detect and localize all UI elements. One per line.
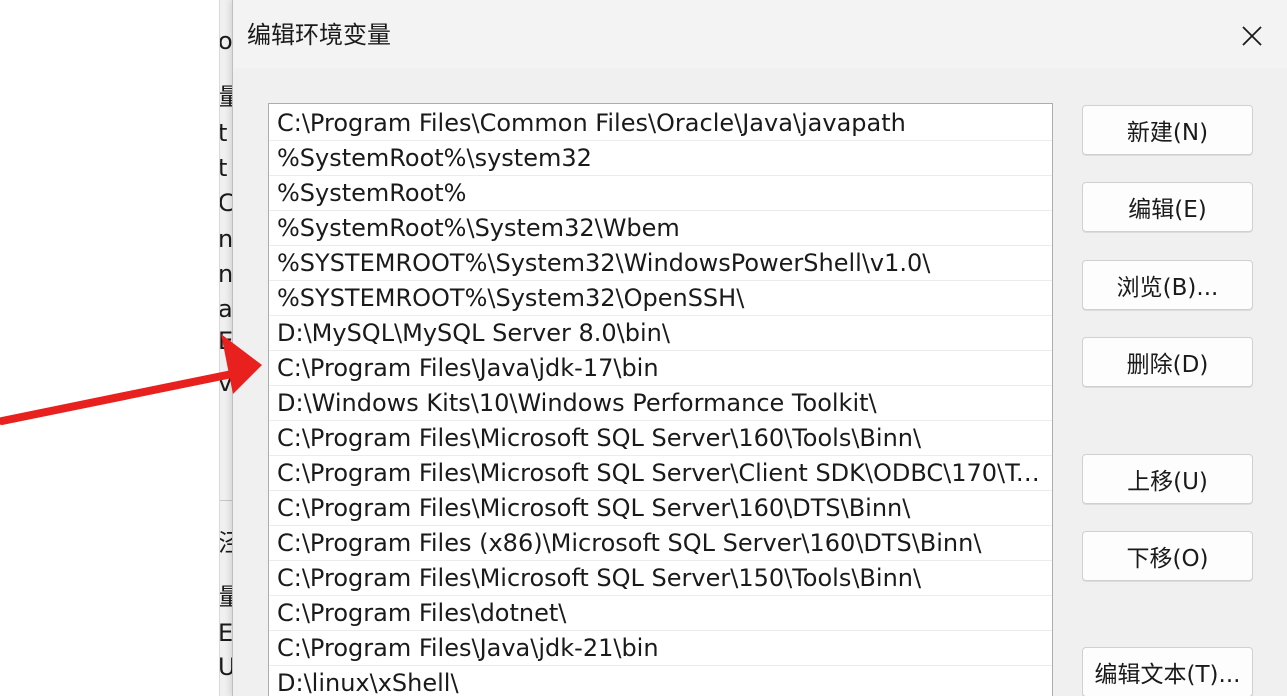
list-item[interactable]: %SystemRoot%	[269, 176, 1052, 211]
path-entry-text: C:\Program Files\Microsoft SQL Server\16…	[277, 424, 922, 452]
path-entry-text: C:\Program Files\Microsoft SQL Server\16…	[277, 494, 911, 522]
move-up-button[interactable]: 上移(U)	[1082, 454, 1253, 504]
edit-button[interactable]: 编辑(E)	[1082, 182, 1253, 232]
path-entry-text: C:\Program Files\Microsoft SQL Server\Cl…	[277, 459, 1047, 487]
path-entry-text: %SYSTEMROOT%\System32\OpenSSH\	[277, 284, 745, 312]
list-item[interactable]: %SYSTEMROOT%\System32\WindowsPowerShell\…	[269, 246, 1052, 281]
path-entry-text: C:\Program Files\Microsoft SQL Server\15…	[277, 564, 922, 592]
list-item[interactable]: C:\Program Files\dotnet\	[269, 596, 1052, 631]
path-entry-text: C:\Program Files (x86)\Microsoft SQL Ser…	[277, 529, 982, 557]
path-entry-text: D:\MySQL\MySQL Server 8.0\bin\	[277, 319, 670, 347]
path-list[interactable]: C:\Program Files\Common Files\Oracle\Jav…	[268, 103, 1053, 696]
list-item[interactable]: %SystemRoot%\system32	[269, 141, 1052, 176]
close-icon	[1242, 26, 1262, 46]
path-entry-text: D:\Windows Kits\10\Windows Performance T…	[277, 389, 877, 417]
path-entry-text: %SYSTEMROOT%\System32\WindowsPowerShell\…	[277, 249, 931, 277]
path-entry-text: C:\Program Files\Java\jdk-21\bin	[277, 634, 659, 662]
list-item[interactable]: C:\Program Files\Microsoft SQL Server\Cl…	[269, 456, 1052, 491]
background-fragment: t	[220, 118, 227, 148]
screen: ov 量 t t C n n a E v 泾 量 E U 编辑环境变量 C:\P…	[0, 0, 1287, 696]
list-item[interactable]: %SYSTEMROOT%\System32\OpenSSH\	[269, 281, 1052, 316]
background-fragment: a	[219, 295, 233, 323]
list-item[interactable]: C:\Program Files\Microsoft SQL Server\16…	[269, 491, 1052, 526]
path-entry-text: %SystemRoot%\System32\Wbem	[277, 214, 680, 242]
path-entry-text: C:\Program Files\dotnet\	[277, 599, 567, 627]
path-entry-text: %SystemRoot%\system32	[277, 144, 592, 172]
path-entry-text: C:\Program Files\Java\jdk-17\bin	[277, 354, 659, 382]
list-item[interactable]: %SystemRoot%\System32\Wbem	[269, 211, 1052, 246]
list-item[interactable]: D:\Windows Kits\10\Windows Performance T…	[269, 386, 1052, 421]
arrow-shaft	[0, 370, 236, 425]
path-entry-text: %SystemRoot%	[277, 179, 467, 207]
new-button[interactable]: 新建(N)	[1082, 105, 1253, 155]
browse-button[interactable]: 浏览(B)...	[1082, 260, 1253, 310]
list-item[interactable]: D:\MySQL\MySQL Server 8.0\bin\	[269, 316, 1052, 351]
list-item[interactable]: C:\Program Files (x86)\Microsoft SQL Ser…	[269, 526, 1052, 561]
delete-button[interactable]: 删除(D)	[1082, 337, 1253, 387]
list-item[interactable]: C:\Program Files\Java\jdk-21\bin	[269, 631, 1052, 666]
dialog-titlebar: 编辑环境变量	[233, 0, 1287, 68]
edit-environment-variable-dialog: 编辑环境变量 C:\Program Files\Common Files\Ora…	[232, 0, 1287, 696]
path-entry-text: D:\linux\xShell\	[277, 669, 459, 696]
background-fragment: v	[219, 369, 233, 397]
list-item[interactable]: D:\linux\xShell\	[269, 666, 1052, 696]
list-item[interactable]: C:\Program Files\Microsoft SQL Server\16…	[269, 421, 1052, 456]
list-item[interactable]: C:\Program Files\Microsoft SQL Server\15…	[269, 561, 1052, 596]
dialog-title: 编辑环境变量	[247, 21, 391, 49]
background-fragment: t	[220, 153, 227, 183]
list-item[interactable]: C:\Program Files\Java\jdk-17\bin	[269, 351, 1052, 386]
list-item[interactable]: C:\Program Files\Common Files\Oracle\Jav…	[269, 106, 1052, 141]
edit-text-button[interactable]: 编辑文本(T)...	[1082, 647, 1253, 696]
move-down-button[interactable]: 下移(O)	[1082, 531, 1253, 581]
close-button[interactable]	[1230, 14, 1274, 58]
path-entry-text: C:\Program Files\Common Files\Oracle\Jav…	[277, 109, 906, 137]
